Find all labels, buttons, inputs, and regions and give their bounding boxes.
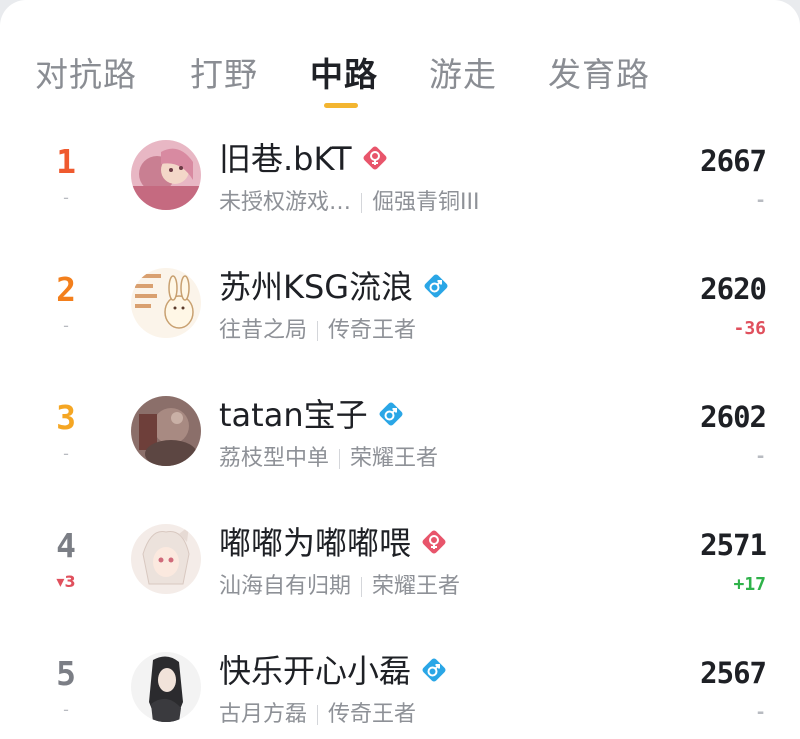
tier-name: 传奇王者 (328, 702, 417, 727)
avatar[interactable] (131, 268, 201, 338)
score: 2567 (700, 656, 767, 690)
male-icon (379, 402, 403, 426)
score: 2620 (700, 272, 767, 306)
tier-name: 倔强青铜III (372, 190, 480, 215)
male-icon (424, 274, 448, 298)
player-name-text: 嘟嘟为嘟嘟喂 (219, 524, 412, 562)
player-name: 快乐开心小磊 (219, 646, 447, 692)
list-item[interactable]: 4 ▾3 嘟嘟为嘟嘟喂 汕海自有归期 荣耀王者 2571 +17 (0, 524, 800, 624)
score: 2602 (700, 400, 767, 434)
list-item[interactable]: 2 - 苏州KSG流浪 往昔之局 传奇王者 2620 -36 (0, 268, 800, 368)
team-name: 荔枝型中单 (219, 446, 330, 471)
team-name: 未授权游戏… (219, 190, 352, 215)
player-name: tatan宝子 (219, 390, 404, 436)
team-name: 往昔之局 (219, 318, 308, 343)
player-name-text: 快乐开心小磊 (219, 652, 412, 690)
player-name: 嘟嘟为嘟嘟喂 (219, 518, 447, 564)
tier-name: 荣耀王者 (350, 446, 439, 471)
divider (317, 321, 319, 341)
team-name: 古月方磊 (219, 702, 308, 727)
rank-number: 2 (56, 270, 76, 309)
tab-farm-lane[interactable]: 发育路 (548, 48, 650, 96)
score-delta: - (755, 702, 766, 723)
male-icon (422, 658, 446, 682)
score: 2571 (700, 528, 767, 562)
player-meta: 未授权游戏… 倔强青铜III (219, 184, 479, 216)
player-name: 旧巷.bKT (219, 134, 388, 180)
avatar[interactable] (131, 396, 201, 466)
active-tab-indicator (324, 103, 358, 108)
player-name-text: 旧巷.bKT (219, 140, 352, 178)
rank-change: - (63, 316, 69, 335)
divider (339, 449, 341, 469)
leaderboard-card: 对抗路 打野 中路 游走 发育路 1 - 旧巷.bKT 未授权游戏… 倔强青铜I… (0, 0, 800, 739)
divider (361, 193, 363, 213)
rank-number: 3 (56, 398, 76, 437)
tier-name: 荣耀王者 (372, 574, 461, 599)
list-item[interactable]: 3 - tatan宝子 荔枝型中单 荣耀王者 2602 - (0, 396, 800, 496)
avatar[interactable] (131, 652, 201, 722)
position-tabs: 对抗路 打野 中路 游走 发育路 (0, 48, 800, 108)
player-meta: 汕海自有归期 荣耀王者 (219, 568, 460, 600)
female-icon (363, 146, 387, 170)
player-meta: 古月方磊 传奇王者 (219, 696, 416, 728)
score: 2667 (700, 144, 767, 178)
rank-change: - (63, 700, 69, 719)
player-name-text: 苏州KSG流浪 (219, 268, 414, 306)
list-item[interactable]: 5 - 快乐开心小磊 古月方磊 传奇王者 2567 - (0, 652, 800, 739)
score-delta: - (755, 446, 766, 467)
divider (361, 577, 363, 597)
rank-number: 1 (56, 142, 76, 181)
score-delta: - (755, 190, 766, 211)
rank-number: 4 (56, 526, 76, 565)
player-meta: 荔枝型中单 荣耀王者 (219, 440, 438, 472)
player-name: 苏州KSG流浪 (219, 262, 449, 308)
score-delta: -36 (733, 318, 766, 339)
player-name-text: tatan宝子 (219, 396, 368, 434)
tier-name: 传奇王者 (328, 318, 417, 343)
avatar[interactable] (131, 524, 201, 594)
player-meta: 往昔之局 传奇王者 (219, 312, 416, 344)
list-item[interactable]: 1 - 旧巷.bKT 未授权游戏… 倔强青铜III 2667 - (0, 140, 800, 240)
female-icon (422, 530, 446, 554)
tab-top-lane[interactable]: 对抗路 (35, 48, 137, 96)
tab-jungle[interactable]: 打野 (190, 48, 258, 96)
rank-number: 5 (56, 654, 76, 693)
rank-change: - (63, 444, 69, 463)
avatar[interactable] (131, 140, 201, 210)
team-name: 汕海自有归期 (219, 574, 352, 599)
rank-change: ▾3 (56, 572, 76, 591)
score-delta: +17 (733, 574, 766, 595)
rank-change: - (63, 188, 69, 207)
divider (317, 705, 319, 725)
tab-mid-lane[interactable]: 中路 (310, 48, 378, 96)
tab-roam[interactable]: 游走 (429, 48, 497, 96)
